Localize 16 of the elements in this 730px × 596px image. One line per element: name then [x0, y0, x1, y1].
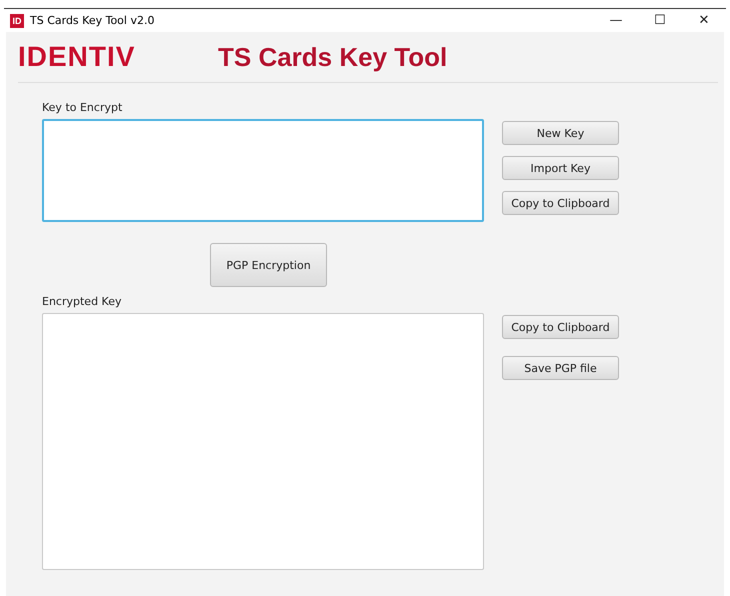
logo: IDENTIV: [18, 41, 136, 73]
action-button[interactable]: New Key: [502, 121, 619, 145]
field-label: Key to Encrypt: [42, 101, 124, 114]
action-button[interactable]: Copy to Clipboard: [502, 315, 619, 339]
action-button[interactable]: Save PGP file: [502, 356, 619, 380]
window-title: TS Cards Key Tool v2.0: [30, 14, 156, 27]
action-button[interactable]: Copy to Clipboard: [502, 191, 619, 215]
app-icon: ID: [10, 14, 24, 28]
maximize-button[interactable]: ☐: [638, 9, 682, 32]
action-button[interactable]: Import Key: [502, 156, 619, 180]
text-area[interactable]: [42, 119, 484, 222]
encrypt-button[interactable]: PGP Encryption: [210, 243, 327, 287]
app-title: TS Cards Key Tool: [218, 42, 448, 72]
field-label: Encrypted Key: [42, 295, 122, 308]
minimize-button[interactable]: —: [594, 9, 638, 32]
close-button[interactable]: ✕: [682, 9, 726, 32]
